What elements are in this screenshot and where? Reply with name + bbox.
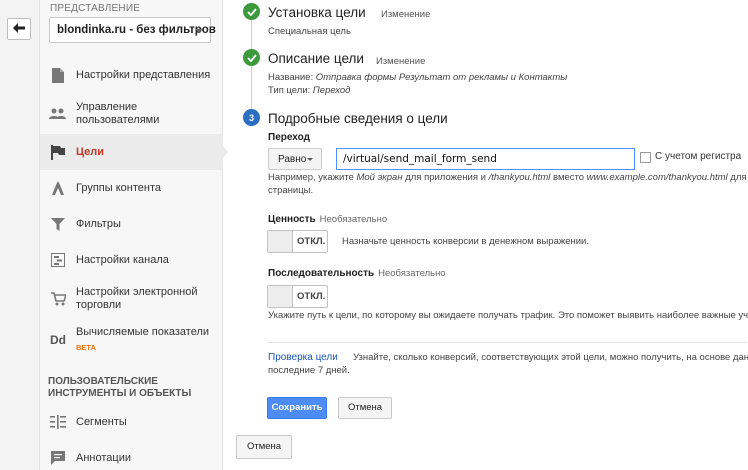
goal-type-value: Переход (312, 85, 351, 96)
sidebar-item-annotations[interactable]: Аннотации (40, 446, 223, 470)
steps-connector (251, 18, 252, 114)
back-button[interactable] (7, 18, 31, 40)
beta-badge: BETA (76, 343, 96, 352)
save-button[interactable]: Сохранить (267, 397, 327, 419)
flag-icon (49, 143, 67, 161)
cancel-button[interactable]: Отмена (338, 397, 392, 419)
divider (267, 342, 747, 343)
segments-icon (49, 413, 67, 431)
sidebar-item-text: Вычисляемые показатели (76, 326, 210, 338)
step1-edit-link[interactable]: Изменение (381, 9, 430, 20)
sidebar-item-goals[interactable]: Цели (40, 134, 223, 170)
hint-part: /thankyou.html (488, 172, 551, 183)
cart-icon (49, 290, 67, 308)
toggle-knob (268, 231, 293, 252)
sidebar-item-content-groups[interactable]: Группы контента (40, 176, 223, 200)
sidebar-item-label: Вычисляемые показатели BETA (76, 326, 209, 354)
left-strip (0, 0, 40, 470)
verify-text-line2: последние 7 дней. (268, 365, 350, 376)
sidebar-item-label: Сегменты (76, 415, 127, 428)
hint-part: www.example.com/thankyou.html (586, 172, 728, 183)
match-type-value: Равно (278, 154, 307, 165)
goal-type-prefix: Тип цели: (268, 85, 313, 96)
goal-type-line: Тип цели: Переход (268, 85, 350, 96)
sidebar-item-label: Цели (76, 145, 105, 158)
sidebar-item-label: Аннотации (76, 451, 131, 464)
sidebar-item-filters[interactable]: Фильтры (40, 212, 223, 236)
arrow-left-icon (13, 20, 25, 38)
value-toggle[interactable]: ОТКЛ. (267, 230, 328, 253)
filter-icon (49, 215, 67, 233)
sidebar-item-view-settings[interactable]: Настройки представления (40, 62, 223, 88)
sidebar-item-label: Группы контента (76, 181, 161, 194)
destination-hint-line1: Например, укажите Мой экран для приложен… (268, 172, 748, 183)
sidebar-item-label: Фильтры (76, 217, 121, 230)
hint-part: для веб- (730, 172, 748, 183)
step1-subtitle: Специальная цель (268, 26, 351, 37)
verify-text-line1: Узнайте, сколько конверсий, соответствую… (353, 352, 748, 363)
value-optional: Необязательно (319, 214, 388, 225)
hint-part: вместо (550, 172, 587, 183)
sidebar-item-channel-settings[interactable]: Настройки канала (40, 248, 223, 272)
dd-icon: Dd (50, 333, 66, 347)
sidebar: ПРЕДСТАВЛЕНИЕ blondinka.ru - без фильтро… (40, 0, 223, 470)
annotation-icon (49, 449, 67, 467)
funnel-toggle[interactable]: ОТКЛ. (267, 285, 328, 308)
step3-title: Подробные сведения о цели (268, 111, 448, 126)
goal-editor: Установка цели Изменение Специальная цел… (224, 0, 748, 470)
check-icon (243, 3, 260, 20)
sidebar-item-label: Настройки канала (76, 253, 169, 266)
sidebar-item-label: Управление пользователями (76, 101, 160, 126)
step3-number: 3 (243, 109, 260, 126)
users-icon (49, 105, 67, 123)
goal-name-line: Название: Отправка формы Результат от ре… (268, 72, 567, 83)
destination-input[interactable] (336, 148, 635, 170)
destination-label: Переход (268, 132, 310, 143)
funnel-label: Последовательность Необязательно (268, 268, 446, 279)
match-type-dropdown[interactable]: Равно (268, 148, 322, 170)
channel-settings-icon (49, 251, 67, 269)
chevron-down-icon (307, 158, 313, 161)
case-sensitive-label: С учетом регистра (655, 151, 742, 162)
value-hint: Назначьте ценность конверсии в денежном … (342, 236, 589, 247)
value-label-text: Ценность (268, 214, 316, 225)
sidebar-item-segments[interactable]: Сегменты (40, 410, 223, 434)
destination-hint-line2: страницы. (268, 185, 314, 196)
hint-part: Например, укажите (268, 172, 357, 183)
funnel-toggle-state: ОТКЛ. (297, 291, 326, 302)
chevron-down-icon (195, 29, 203, 33)
hint-part: для приложения и (402, 172, 489, 183)
hint-part: Мой экран (356, 172, 403, 183)
footer-cancel-button[interactable]: Отмена (236, 435, 292, 459)
sidebar-group-title: ПОЛЬЗОВАТЕЛЬСКИЕ ИНСТРУМЕНТЫ И ОБЪЕКТЫ (48, 376, 192, 399)
sidebar-section-label: ПРЕДСТАВЛЕНИЕ (50, 3, 141, 14)
step1-title: Установка цели (268, 5, 366, 20)
funnel-hint: Укажите путь к цели, по которому вы ожид… (268, 310, 748, 321)
content-groups-icon (49, 179, 67, 197)
goal-name-value: Отправка формы Результат от рекламы и Ко… (315, 72, 568, 83)
value-label: Ценность Необязательно (268, 214, 387, 225)
toggle-knob (268, 286, 293, 307)
view-select[interactable]: blondinka.ru - без фильтров (49, 17, 216, 43)
sidebar-item-label: Настройки электронной торговли (76, 286, 198, 311)
sidebar-item-users[interactable]: Управление пользователями (40, 97, 223, 131)
document-icon (49, 66, 67, 84)
check-icon (243, 49, 260, 66)
verify-goal-link[interactable]: Проверка цели (268, 352, 338, 363)
step2-edit-link[interactable]: Изменение (376, 56, 425, 67)
goal-name-prefix: Название: (268, 72, 316, 83)
value-toggle-state: ОТКЛ. (297, 236, 326, 247)
view-select-value: blondinka.ru - без фильтров (57, 24, 216, 36)
funnel-label-text: Последовательность (268, 268, 375, 279)
step2-title: Описание цели (268, 51, 364, 66)
sidebar-item-calculated-metrics[interactable]: Dd Вычисляемые показатели BETA (40, 324, 223, 356)
sidebar-item-ecommerce-settings[interactable]: Настройки электронной торговли (40, 282, 223, 316)
funnel-optional: Необязательно (378, 268, 446, 279)
case-sensitive-checkbox[interactable] (640, 152, 651, 163)
sidebar-item-label: Настройки представления (76, 68, 211, 81)
